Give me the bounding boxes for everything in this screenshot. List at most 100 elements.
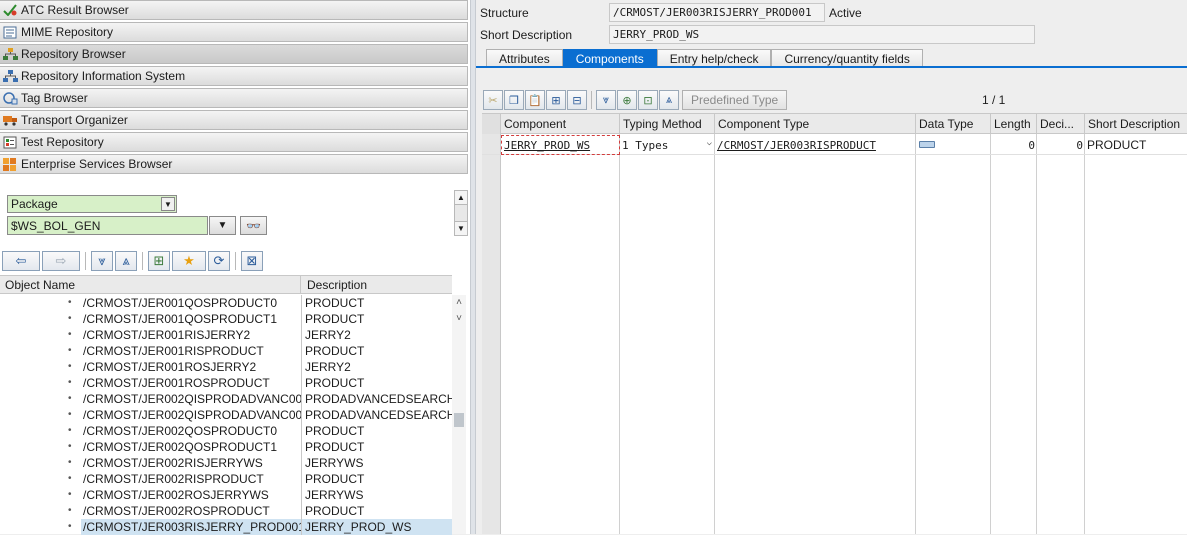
selector-scrollbar[interactable]: ▲ ▼ — [454, 190, 468, 236]
object-name[interactable]: /CRMOST/JER003RISJERRY_PROD001 — [81, 519, 301, 535]
forward-button[interactable]: ⇨ — [42, 251, 80, 271]
include-icon: ⊡ — [643, 94, 653, 107]
list-item[interactable]: • /CRMOST/JER001ROSPRODUCT PRODUCT — [0, 375, 452, 391]
predefined-type-button[interactable]: Predefined Type — [682, 90, 788, 110]
object-description: PRODUCT — [301, 295, 452, 311]
object-name[interactable]: /CRMOST/JER002RISPRODUCT — [81, 471, 301, 487]
favorites-button[interactable]: ★ — [172, 251, 206, 271]
nav-repository-information-system[interactable]: Repository Information System — [0, 66, 468, 86]
package-input[interactable]: $WS_BOL_GEN — [7, 216, 208, 235]
tab-components[interactable]: Components — [562, 49, 657, 67]
column-header-data-type[interactable]: Data Type — [916, 114, 991, 134]
copy-button[interactable]: ❐ — [504, 90, 524, 110]
package-input-value: $WS_BOL_GEN — [11, 218, 101, 233]
column-header-object-name[interactable]: Object Name — [0, 276, 301, 293]
object-name[interactable]: /CRMOST/JER002ROSPRODUCT — [81, 503, 301, 519]
object-name[interactable]: /CRMOST/JER002ROSJERRYWS — [81, 487, 301, 503]
object-name[interactable]: /CRMOST/JER002QOSPRODUCT1 — [81, 439, 301, 455]
list-item[interactable]: • /CRMOST/JER001RISPRODUCT PRODUCT — [0, 343, 452, 359]
nav-tag-browser[interactable]: Tag Browser — [0, 88, 468, 108]
row-selector-column[interactable] — [482, 114, 501, 534]
column-header-short-description[interactable]: Short Description — [1085, 114, 1187, 134]
close-browser-button[interactable]: ⊠ — [241, 251, 263, 271]
object-name[interactable]: /CRMOST/JER001RISJERRY2 — [81, 327, 301, 343]
list-item[interactable]: • /CRMOST/JER002RISPRODUCT PRODUCT — [0, 471, 452, 487]
scroll-down-icon[interactable]: ▼ — [455, 221, 467, 235]
list-item[interactable]: • /CRMOST/JER002RISJERRYWS JERRYWS — [0, 455, 452, 471]
typing-method-select[interactable]: 1 Types ⌵ — [620, 135, 715, 155]
table-row[interactable]: JERRY_PROD_WS 1 Types ⌵ /CRMOST/JER003RI… — [482, 135, 1187, 155]
nav-mime-repository[interactable]: MIME Repository — [0, 22, 468, 42]
cut-button[interactable]: ✂ — [483, 90, 503, 110]
list-item[interactable]: • /CRMOST/JER001QOSPRODUCT1 PRODUCT — [0, 311, 452, 327]
tab-attributes[interactable]: Attributes — [486, 49, 563, 67]
object-name[interactable]: /CRMOST/JER002QOSPRODUCT0 — [81, 423, 301, 439]
component-type-link[interactable]: /CRMOST/JER003RISPRODUCT — [715, 135, 916, 155]
insert-row-button[interactable]: ⊞ — [546, 90, 566, 110]
column-header-component[interactable]: Component — [501, 114, 620, 134]
scroll-top-button[interactable]: ⩓ — [659, 90, 679, 110]
component-name-input[interactable]: JERRY_PROD_WS — [501, 135, 620, 155]
insert-structure-button[interactable]: ⊕ — [617, 90, 637, 110]
object-name[interactable]: /CRMOST/JER001QOSPRODUCT1 — [81, 311, 301, 327]
nav-enterprise-services-browser[interactable]: Enterprise Services Browser — [0, 154, 468, 174]
include-button[interactable]: ⊡ — [638, 90, 658, 110]
data-type-button-icon[interactable] — [919, 141, 935, 148]
insert-structure-icon: ⊕ — [622, 94, 632, 107]
list-item[interactable]: • /CRMOST/JER002QISPRODADVANC002 PRODADVAN… — [0, 407, 452, 423]
nav-repository-browser[interactable]: Repository Browser — [0, 44, 468, 64]
list-item[interactable]: • /CRMOST/JER002QOSPRODUCT1 PRODUCT — [0, 439, 452, 455]
nav-test-repository[interactable]: Test Repository — [0, 132, 468, 152]
column-header-decimals[interactable]: Deci... — [1037, 114, 1085, 134]
object-name[interactable]: /CRMOST/JER002RISJERRYWS — [81, 455, 301, 471]
object-type-select[interactable]: Package ▼ — [7, 195, 177, 213]
hierarchy-button[interactable]: ⊞ — [148, 251, 170, 271]
delete-row-button[interactable]: ⊟ — [567, 90, 587, 110]
list-item[interactable]: • /CRMOST/JER002ROSPRODUCT PRODUCT — [0, 503, 452, 519]
chevron-down-icon[interactable]: ⌵ — [707, 138, 712, 148]
list-item[interactable]: • /CRMOST/JER002QISPRODADVANC001 PRODADVAN… — [0, 391, 452, 407]
refresh-button[interactable]: ⟳ — [208, 251, 230, 271]
select-all-corner[interactable] — [482, 114, 501, 134]
paste-button[interactable]: 📋 — [525, 90, 545, 110]
list-item[interactable]: • /CRMOST/JER002QOSPRODUCT0 PRODUCT — [0, 423, 452, 439]
display-button[interactable]: 👓 — [240, 216, 267, 235]
scroll-up-icon[interactable]: ▲ — [455, 191, 467, 205]
object-name[interactable]: /CRMOST/JER001ROSPRODUCT — [81, 375, 301, 391]
list-item-selected[interactable]: • /CRMOST/JER003RISJERRY_PROD001 JERRY_PRO… — [0, 519, 452, 535]
back-button[interactable]: ⇦ — [2, 251, 40, 271]
collapse-all-button[interactable]: ⩓ — [115, 251, 137, 271]
bullet-icon: • — [68, 409, 72, 420]
short-description-field[interactable]: JERRY_PROD_WS — [609, 25, 1035, 44]
list-item[interactable]: • /CRMOST/JER001ROSJERRY2 JERRY2 — [0, 359, 452, 375]
object-name[interactable]: /CRMOST/JER001ROSJERRY2 — [81, 359, 301, 375]
column-header-description[interactable]: Description — [301, 276, 452, 293]
bullet-icon: • — [68, 521, 72, 532]
scroll-bottom-button[interactable]: ⩔ — [596, 90, 616, 110]
chevron-down-icon[interactable]: ˅ — [452, 311, 466, 325]
nav-atc-result-browser[interactable]: ATC Result Browser — [0, 0, 468, 20]
tag-icon — [2, 91, 18, 105]
column-header-component-type[interactable]: Component Type — [715, 114, 916, 134]
list-item[interactable]: • /CRMOST/JER001QOSPRODUCT0 PRODUCT — [0, 295, 452, 311]
chevron-up-icon[interactable]: ˄ — [452, 295, 466, 309]
column-header-length[interactable]: Length — [991, 114, 1037, 134]
object-list-scrollbar[interactable]: ˄ ˅ — [452, 295, 466, 534]
nav-transport-organizer[interactable]: Transport Organizer — [0, 110, 468, 130]
object-name[interactable]: /CRMOST/JER001RISPRODUCT — [81, 343, 301, 359]
list-item[interactable]: • /CRMOST/JER002ROSJERRYWS JERRYWS — [0, 487, 452, 503]
object-name[interactable]: /CRMOST/JER002QISPRODADVANC001 — [81, 391, 301, 407]
object-name[interactable]: /CRMOST/JER002QISPRODADVANC002 — [81, 407, 301, 423]
tab-currency-quantity-fields[interactable]: Currency/quantity fields — [771, 49, 923, 67]
object-name[interactable]: /CRMOST/JER001QOSPRODUCT0 — [81, 295, 301, 311]
scrollbar-thumb[interactable] — [454, 413, 464, 427]
list-item[interactable]: • /CRMOST/JER001RISJERRY2 JERRY2 — [0, 327, 452, 343]
expand-all-button[interactable]: ⩔ — [91, 251, 113, 271]
column-header-typing-method[interactable]: Typing Method — [620, 114, 715, 134]
package-history-button[interactable]: ▼ — [209, 216, 236, 235]
grid-column — [715, 114, 916, 534]
chevron-down-icon[interactable]: ▼ — [161, 197, 175, 211]
arrow-right-icon: ⇨ — [55, 253, 67, 268]
tab-entry-help-check[interactable]: Entry help/check — [656, 49, 772, 67]
object-description: PRODUCT — [301, 311, 452, 327]
